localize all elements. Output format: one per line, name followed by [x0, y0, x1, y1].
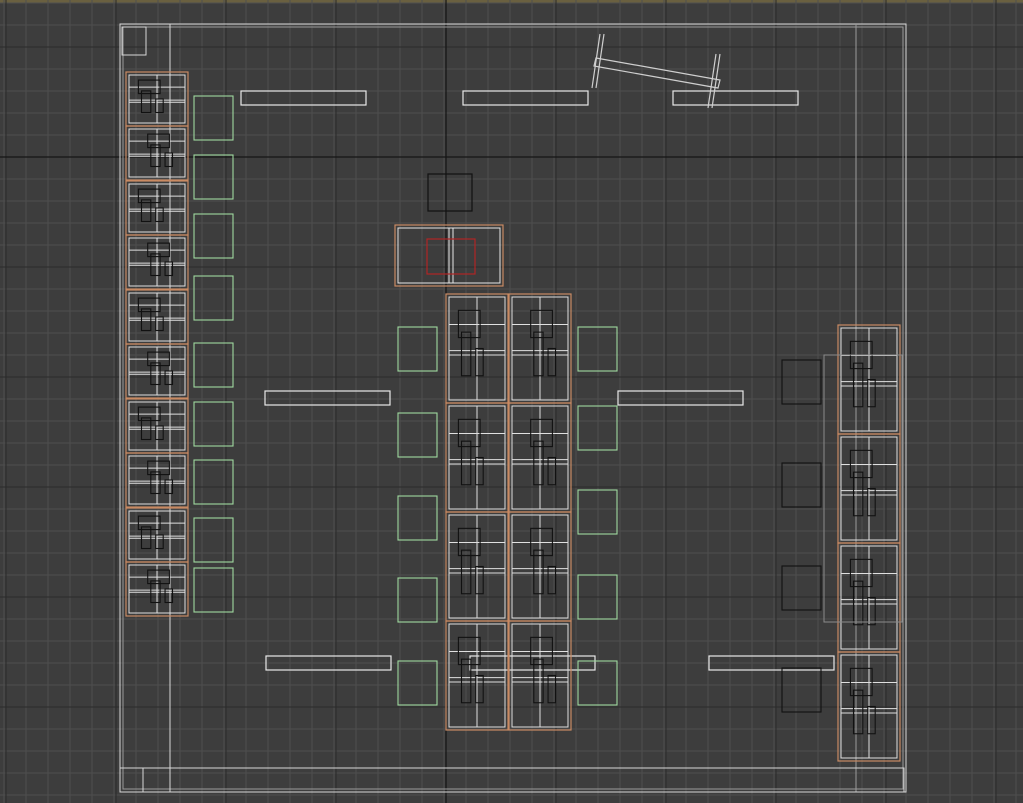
desk-unit[interactable]	[125, 561, 189, 617]
desk-unit[interactable]	[125, 234, 189, 290]
green-seat-marker[interactable]	[193, 401, 234, 447]
desk-unit[interactable]	[508, 293, 572, 404]
black-seat-marker[interactable]	[781, 462, 822, 508]
desk-unit[interactable]	[508, 402, 572, 513]
green-seat-marker[interactable]	[193, 213, 234, 259]
desk-unit[interactable]	[125, 343, 189, 399]
desk-unit[interactable]	[125, 452, 189, 508]
green-seat-marker[interactable]	[193, 517, 234, 563]
black-seat-marker[interactable]	[781, 359, 822, 405]
podium-box[interactable]	[427, 173, 473, 212]
green-seat-marker[interactable]	[193, 95, 234, 141]
desk-unit[interactable]	[125, 507, 189, 563]
black-seat-marker[interactable]	[781, 565, 822, 611]
green-seat-marker[interactable]	[397, 412, 438, 458]
desk-unit[interactable]	[125, 398, 189, 454]
black-seat-marker[interactable]	[781, 667, 822, 713]
green-seat-marker[interactable]	[193, 342, 234, 388]
wall-bars[interactable]	[240, 90, 835, 671]
viewport-canvas[interactable]	[0, 0, 1023, 803]
green-seat-marker[interactable]	[397, 495, 438, 541]
tilted-table[interactable]	[591, 33, 721, 109]
desk-unit[interactable]	[125, 71, 189, 127]
black-seat-markers[interactable]	[781, 359, 822, 713]
desk-unit[interactable]	[125, 180, 189, 236]
desk-unit[interactable]	[125, 125, 189, 181]
green-seat-marker[interactable]	[397, 577, 438, 623]
desk-unit[interactable]	[125, 289, 189, 345]
green-seat-marker[interactable]	[397, 326, 438, 372]
desk-unit[interactable]	[837, 324, 901, 435]
desk-units[interactable]	[125, 71, 901, 762]
desk-unit[interactable]	[445, 402, 509, 513]
desk-unit[interactable]	[508, 511, 572, 622]
desk-unit[interactable]	[445, 293, 509, 404]
desk-unit[interactable]	[837, 433, 901, 544]
green-seat-marker[interactable]	[193, 154, 234, 200]
lectern-desk[interactable]	[394, 224, 504, 287]
green-seat-marker[interactable]	[193, 275, 234, 321]
desk-unit[interactable]	[445, 511, 509, 622]
desk-unit[interactable]	[508, 620, 572, 731]
room-boundary[interactable]	[119, 23, 907, 793]
green-seat-marker[interactable]	[193, 459, 234, 505]
green-seat-marker[interactable]	[397, 660, 438, 706]
top-orthographic-viewport[interactable]	[0, 0, 1023, 803]
desk-unit[interactable]	[445, 620, 509, 731]
